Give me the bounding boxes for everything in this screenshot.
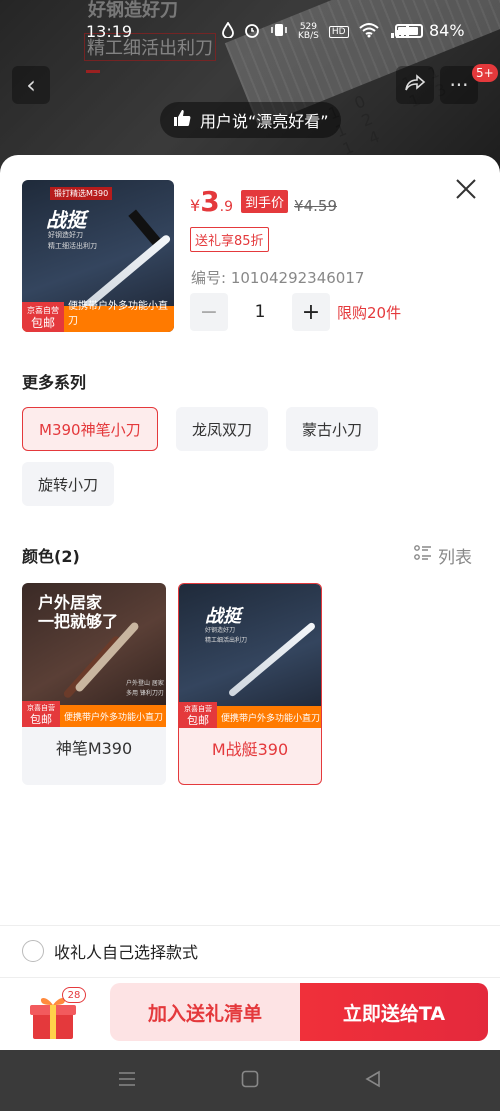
list-icon [414, 544, 432, 567]
color-image-list: 户外登山 居家多用 锋利刀刃 [126, 680, 164, 697]
recipient-choice-label: 收礼人自己选择款式 [54, 943, 199, 962]
color-section-title: 颜色(2) [22, 547, 80, 566]
shipping-tag-bottom: 包邮 [30, 316, 55, 330]
product-image-banner-text: 便携带户外多功能小直刀 [68, 301, 168, 327]
product-image-sub-2: 精工细活出利刀 [48, 242, 97, 250]
promo-tag: 送礼享85折 [190, 227, 269, 252]
sku-code: 编号: 10104292346017 [191, 269, 365, 287]
divider [0, 977, 500, 978]
triangle-back-icon [364, 1070, 382, 1092]
menu-icon [118, 1071, 136, 1091]
battery-icon [395, 23, 423, 38]
product-image-tag: 锻打精选M390 [50, 187, 113, 200]
product-image-sub: 好钢造好刀 精工细活出利刀 [48, 230, 97, 252]
color-image-title-2: 一把就够了 [38, 612, 119, 631]
radio-button[interactable] [22, 940, 44, 962]
share-icon [404, 73, 426, 97]
series-option-rotating[interactable]: 旋转小刀 [22, 462, 115, 506]
color-option-label: 神笔M390 [55, 739, 133, 758]
wifi-icon [358, 22, 379, 42]
gift-count-badge: 28 [62, 987, 86, 1003]
home-icon [241, 1070, 259, 1092]
color-option-image: 战挺 好钢造好刀 精工细活出利刀 京喜自营 包邮 便携带户外多功能小直刀 [179, 584, 321, 728]
vibrate-icon [270, 22, 288, 42]
color-option-label: M战艇390 [211, 740, 289, 759]
status-icons: 529 KB/S HD [222, 21, 411, 42]
color-image-banner-text: 便携带户外多功能小直刀 [221, 714, 321, 724]
recipient-choice-option[interactable]: 收礼人自己选择款式 [22, 939, 198, 963]
color-image-shipping-tag: 京喜自营 包邮 [179, 702, 217, 728]
battery-level: 84% [429, 21, 465, 40]
list-toggle-label: 列表 [438, 548, 472, 568]
menu-button[interactable] [114, 1068, 140, 1094]
divider [0, 925, 500, 926]
color-image-sub: 好钢造好刀 精工细活出利刀 [205, 626, 247, 646]
price-row: ¥ 3 .9 到手价 ¥4.59 [190, 185, 337, 218]
original-price: ¥4.59 [294, 197, 337, 215]
thumbs-up-icon [172, 108, 192, 132]
sku-selector-sheet: 锻打精选M390 战挺 好钢造好刀 精工细活出利刀 京喜自营 包邮 便携带户外多… [0, 155, 500, 1111]
more-dots-icon: ··· [449, 73, 469, 97]
home-button[interactable] [237, 1068, 263, 1094]
color-image-sub-2: 精工细活出利刀 [205, 637, 248, 644]
price-label: 到手价 [241, 190, 289, 213]
send-now-button[interactable]: 立即送给TA [300, 983, 488, 1041]
praise-text: 用户说“漂亮好看” [200, 112, 329, 131]
color-image-title: 户外居家 一把就够了 [38, 593, 118, 631]
color-image-shipping-tag: 京喜自营 包邮 [22, 701, 60, 727]
battery-indicator: 84% [395, 21, 465, 40]
quantity-decrease-button[interactable]: − [190, 293, 228, 331]
close-icon [455, 178, 477, 204]
color-option-zhanting[interactable]: 战挺 好钢造好刀 精工细活出利刀 京喜自营 包邮 便携带户外多功能小直刀 M战艇… [178, 583, 322, 785]
series-option-longfeng[interactable]: 龙凤双刀 [176, 407, 269, 451]
status-time: 13:19 [86, 22, 133, 41]
color-image-title-1: 户外居家 [38, 593, 103, 612]
series-section-title: 更多系列 [22, 373, 87, 392]
product-image[interactable]: 锻打精选M390 战挺 好钢造好刀 精工细活出利刀 京喜自营 包邮 便携带户外多… [22, 180, 174, 332]
quantity-increase-button[interactable]: + [292, 293, 330, 331]
close-button[interactable] [450, 175, 482, 207]
shipping-tag-bottom: 包邮 [30, 713, 52, 726]
color-option-shenbi[interactable]: 户外居家 一把就够了 户外登山 居家多用 锋利刀刃 京喜自营 包邮 便携带户外多… [22, 583, 166, 785]
series-option-mongol[interactable]: 蒙古小刀 [286, 407, 379, 451]
network-speed: 529 KB/S [298, 22, 319, 41]
color-option-image: 户外居家 一把就够了 户外登山 居家多用 锋利刀刃 京喜自营 包邮 便携带户外多… [22, 583, 166, 727]
price-decimal: .9 [219, 199, 234, 215]
product-image-shipping-tag: 京喜自营 包邮 [22, 302, 64, 332]
purchase-limit: 限购20件 [337, 304, 402, 322]
back-button[interactable]: ‹ [12, 66, 50, 104]
praise-pill: 用户说“漂亮好看” [160, 102, 341, 138]
product-image-title: 战挺 [46, 208, 86, 232]
alarm-icon [244, 22, 260, 42]
share-button[interactable] [396, 66, 434, 104]
series-option-m390[interactable]: M390神笔小刀 [22, 407, 158, 451]
price-integer: 3 [200, 185, 220, 218]
back-nav-button[interactable] [360, 1068, 386, 1094]
list-view-toggle[interactable]: 列表 [414, 543, 472, 568]
color-image-sub-1: 好钢造好刀 [205, 627, 236, 634]
hd-icon: HD [328, 26, 349, 38]
system-navigation-bar [0, 1050, 500, 1111]
status-bar: 13:19 529 KB/S HD 84% [0, 0, 500, 60]
price-currency: ¥ [190, 196, 201, 215]
notification-badge: 5+ [472, 64, 498, 82]
color-image-title: 战挺 [205, 606, 241, 627]
color-image-banner-text: 便携带户外多功能小直刀 [64, 713, 164, 723]
shipping-tag-bottom: 包邮 [187, 714, 209, 727]
add-to-gift-list-button[interactable]: 加入送礼清单 [110, 983, 300, 1041]
droplet-icon [222, 21, 234, 42]
product-image-sub-1: 好钢造好刀 [48, 231, 83, 239]
quantity-value[interactable]: 1 [240, 302, 280, 322]
chevron-left-icon: ‹ [26, 71, 36, 99]
